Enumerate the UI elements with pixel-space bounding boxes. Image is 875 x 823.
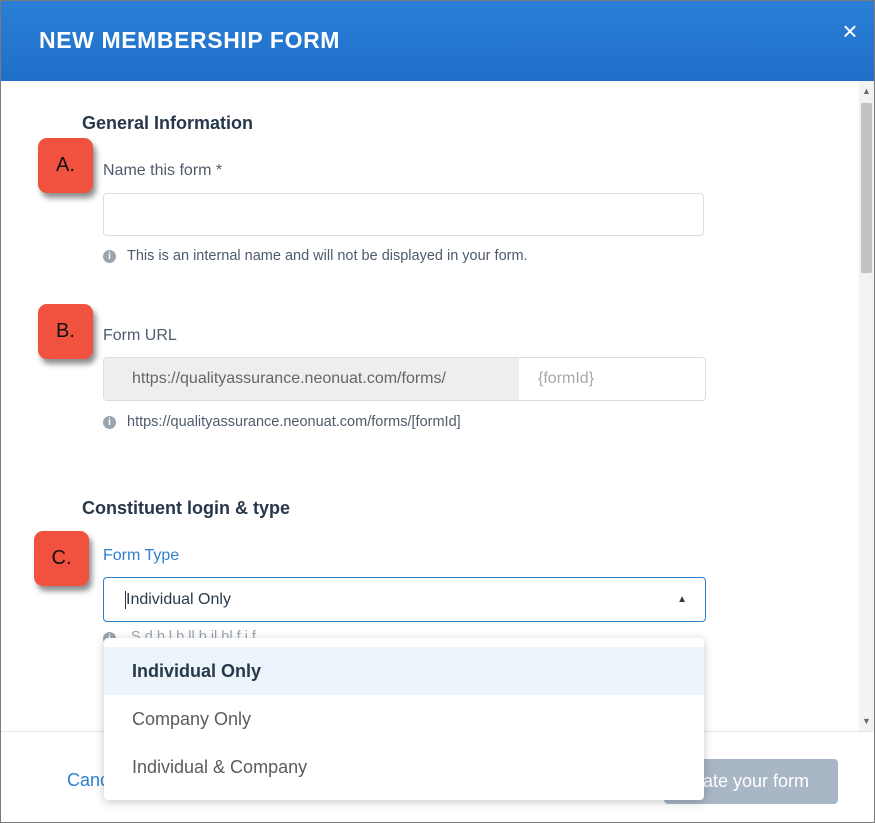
- vertical-scrollbar[interactable]: ▲ ▼: [859, 81, 874, 731]
- scroll-thumb[interactable]: [861, 103, 872, 273]
- form-url-hint-text: https://qualityassurance.neonuat.com/for…: [127, 414, 461, 430]
- general-information-heading: General Information: [82, 113, 254, 133]
- form-type-select[interactable]: Individual Only ▲: [103, 577, 706, 622]
- form-url-field[interactable]: https://qualityassurance.neonuat.com/for…: [103, 357, 706, 401]
- form-url-hint: i https://qualityassurance.neonuat.com/f…: [103, 414, 461, 430]
- dialog-body: General Information Name this form * i T…: [1, 81, 859, 731]
- form-type-label: Form Type: [103, 547, 180, 564]
- cancel-button[interactable]: Canc: [67, 770, 109, 791]
- annotation-badge-a: A.: [38, 138, 93, 193]
- info-circle-icon: i: [103, 415, 116, 429]
- form-name-input[interactable]: [103, 193, 704, 236]
- form-url-input[interactable]: {formId}: [538, 358, 594, 400]
- form-type-dropdown-menu: Individual Only Company Only Individual …: [104, 638, 704, 800]
- scroll-up-icon[interactable]: ▲: [859, 85, 874, 97]
- form-name-label: Name this form *: [103, 162, 223, 179]
- scroll-down-icon[interactable]: ▼: [859, 715, 874, 727]
- membership-form-dialog: NEW MEMBERSHIP FORM × General Informatio…: [0, 0, 875, 823]
- dropdown-option-individual-only[interactable]: Individual Only: [104, 647, 704, 695]
- form-name-hint-text: This is an internal name and will not be…: [127, 248, 528, 264]
- form-url-label: Form URL: [103, 327, 177, 344]
- dialog-title: NEW MEMBERSHIP FORM: [39, 27, 341, 53]
- form-type-selected-value: Individual Only: [126, 591, 231, 608]
- info-circle-icon: i: [103, 249, 116, 263]
- dropdown-option-individual-and-company[interactable]: Individual & Company: [104, 743, 704, 791]
- dialog-header: NEW MEMBERSHIP FORM ×: [1, 1, 874, 81]
- constituent-login-heading: Constituent login & type: [82, 498, 290, 518]
- form-name-hint: i This is an internal name and will not …: [103, 248, 528, 264]
- dropdown-option-company-only[interactable]: Company Only: [104, 695, 704, 743]
- form-url-prefix: https://qualityassurance.neonuat.com/for…: [104, 358, 519, 400]
- annotation-badge-b: B.: [38, 304, 93, 359]
- annotation-badge-c: C.: [34, 531, 89, 586]
- close-icon[interactable]: ×: [838, 18, 862, 44]
- caret-up-icon[interactable]: ▲: [677, 578, 687, 621]
